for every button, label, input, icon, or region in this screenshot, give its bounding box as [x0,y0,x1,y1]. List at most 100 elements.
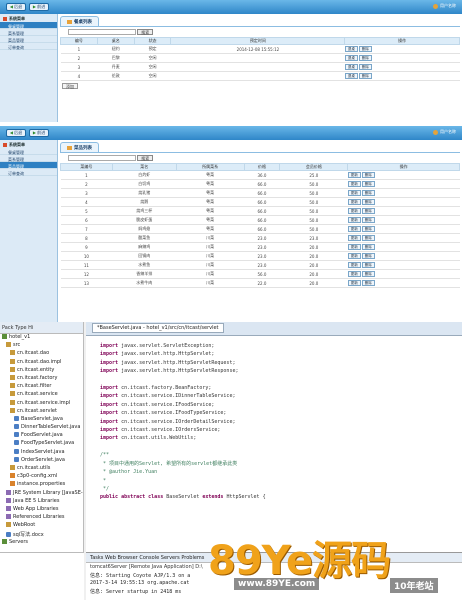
row-delete-button[interactable]: 删除 [361,217,375,223]
tree-item[interactable]: BaseServlet.java [0,415,83,424]
user-box[interactable]: 用户名称 [433,129,456,137]
package-icon [10,366,15,372]
tree-item[interactable]: FoodTypeServlet.java [0,440,83,448]
row-edit-button[interactable]: 更新 [347,271,361,277]
row-edit-button[interactable]: 更新 [347,280,361,286]
tree-item[interactable]: cn.itcast.servlet [0,407,83,416]
row-edit-button[interactable]: 更新 [347,253,361,259]
column-header: 操作 [347,163,460,171]
code-line: * @author Jie.Yuan [100,469,158,476]
console-tabs[interactable]: Tasks Web Browser Console Servers Proble… [86,553,462,563]
row-edit-button[interactable]: 更新 [347,190,361,196]
row-delete-button[interactable]: 删除 [358,64,372,70]
row-edit-button[interactable]: 退桌 [344,64,358,70]
editor-tab[interactable]: *BaseServlet.java - hotel_v1/src/cn/itca… [86,322,462,336]
table-cell: 白灼虾 [112,170,177,180]
tree-item[interactable]: src [0,342,83,350]
sidebar-item[interactable]: 菜系管理 [0,29,57,36]
tree-item[interactable]: hotel_v1 [0,334,83,342]
row-delete-button[interactable]: 删除 [361,253,375,259]
tree-item[interactable]: Java EE 5 Libraries [0,497,83,506]
tree-item[interactable]: cn.itcast.entity [0,366,83,375]
tree-item[interactable]: Servers [0,538,83,547]
code-area[interactable]: import javax.servlet.ServletException; im… [86,336,462,502]
row-delete-button[interactable]: 删除 [361,208,375,214]
sidebar-item[interactable]: 菜品管理 [0,162,57,169]
search-button[interactable]: 搜索 [137,29,154,35]
back-button[interactable]: ◀ 后退 [6,129,26,137]
row-delete-button[interactable]: 删除 [361,190,375,196]
row-delete-button[interactable]: 删除 [361,226,375,232]
actions-cell: 更新 删除 [347,242,460,252]
tree-item[interactable]: cn.itcast.dao [0,350,83,358]
tree-item[interactable]: WebRoot [0,522,83,530]
table-cell: 烧鸡三杯 [112,206,177,216]
back-button[interactable]: ◀ 后退 [6,3,26,11]
tree-item[interactable]: instance.properties [0,481,83,489]
row-edit-button[interactable]: 更新 [347,226,361,232]
tree-item-label: cn.itcast.dao.impl [17,358,62,365]
tree-item[interactable]: c3p0-config.xml [0,473,83,481]
row-delete-button[interactable]: 删除 [361,262,375,268]
tree-item[interactable]: OrderServlet.java [0,456,83,465]
sidebar-item[interactable]: 订单查询 [0,43,57,50]
tree-item[interactable]: cn.itcast.service.impl [0,399,83,408]
row-edit-button[interactable]: 更新 [347,181,361,187]
tree-item[interactable]: cn.itcast.service [0,391,83,399]
tree-item[interactable]: cn.itcast.factory [0,374,83,383]
table-cell: 粤菜 [176,170,245,180]
tab-food-list[interactable]: 菜品列表 [60,142,99,152]
row-edit-button[interactable]: 更新 [347,235,361,241]
row-delete-button[interactable]: 删除 [358,46,372,52]
tree-item[interactable]: Referenced Libraries [0,514,83,522]
row-delete-button[interactable]: 删除 [358,55,372,61]
table-cell: 1 [60,170,113,180]
row-edit-button[interactable]: 退桌 [344,46,358,52]
row-delete-button[interactable]: 删除 [361,172,375,178]
row-delete-button[interactable]: 删除 [361,271,375,277]
row-edit-button[interactable]: 更新 [347,217,361,223]
tree-item[interactable]: cn.itcast.filter [0,383,83,391]
sidebar-item[interactable]: 餐桌管理 [0,148,57,155]
sidebar-item[interactable]: 餐桌管理 [0,22,57,29]
package-explorer-tabs[interactable]: Pack Type Hi [0,322,83,334]
forward-button[interactable]: ▶ 前进 [29,3,49,11]
sidebar-item[interactable]: 菜系管理 [0,155,57,162]
search-input[interactable] [68,155,136,161]
row-edit-button[interactable]: 更新 [347,199,361,205]
table-cell: 粤菜 [176,179,245,189]
add-button[interactable]: 添加 [62,83,78,89]
row-edit-button[interactable]: 更新 [347,244,361,250]
tree-item[interactable]: Web App Libraries [0,505,83,514]
table-cell: 香辣羊排 [112,269,177,279]
row-delete-button[interactable]: 删除 [361,280,375,286]
row-edit-button[interactable]: 更新 [347,172,361,178]
tab-table-list[interactable]: 餐桌列表 [60,16,99,26]
row-delete-button[interactable]: 删除 [358,73,372,79]
tree-item[interactable]: sql写法.docx [0,531,83,539]
java-file-icon [14,432,19,438]
forward-button[interactable]: ▶ 前进 [29,129,49,137]
row-edit-button[interactable]: 更新 [347,262,361,268]
row-edit-button[interactable]: 退桌 [344,55,358,61]
package-icon [6,342,11,348]
tree-item[interactable]: DinnerTableServlet.java [0,424,83,432]
tree-item[interactable]: cn.itcast.dao.impl [0,358,83,367]
row-edit-button[interactable]: 更新 [347,208,361,214]
tree-item-label: WebRoot [13,522,36,529]
row-delete-button[interactable]: 删除 [361,181,375,187]
sidebar-item[interactable]: 订单查询 [0,169,57,176]
row-delete-button[interactable]: 删除 [361,244,375,250]
row-delete-button[interactable]: 删除 [361,235,375,241]
tree-item[interactable]: cn.itcast.utils [0,465,83,473]
user-box[interactable]: 用户名称 [433,3,456,11]
tree-item[interactable]: IndexServlet.java [0,448,83,457]
row-delete-button[interactable]: 删除 [361,199,375,205]
code-editor[interactable]: *BaseServlet.java - hotel_v1/src/cn/itca… [86,322,462,552]
search-button[interactable]: 搜索 [137,155,154,161]
search-input[interactable] [68,29,136,35]
sidebar-item[interactable]: 菜品管理 [0,36,57,43]
row-edit-button[interactable]: 退桌 [344,73,358,79]
tree-item[interactable]: FoodServlet.java [0,432,83,440]
tree-item[interactable]: JRE System Library [JavaSE-1.6] [0,489,83,498]
